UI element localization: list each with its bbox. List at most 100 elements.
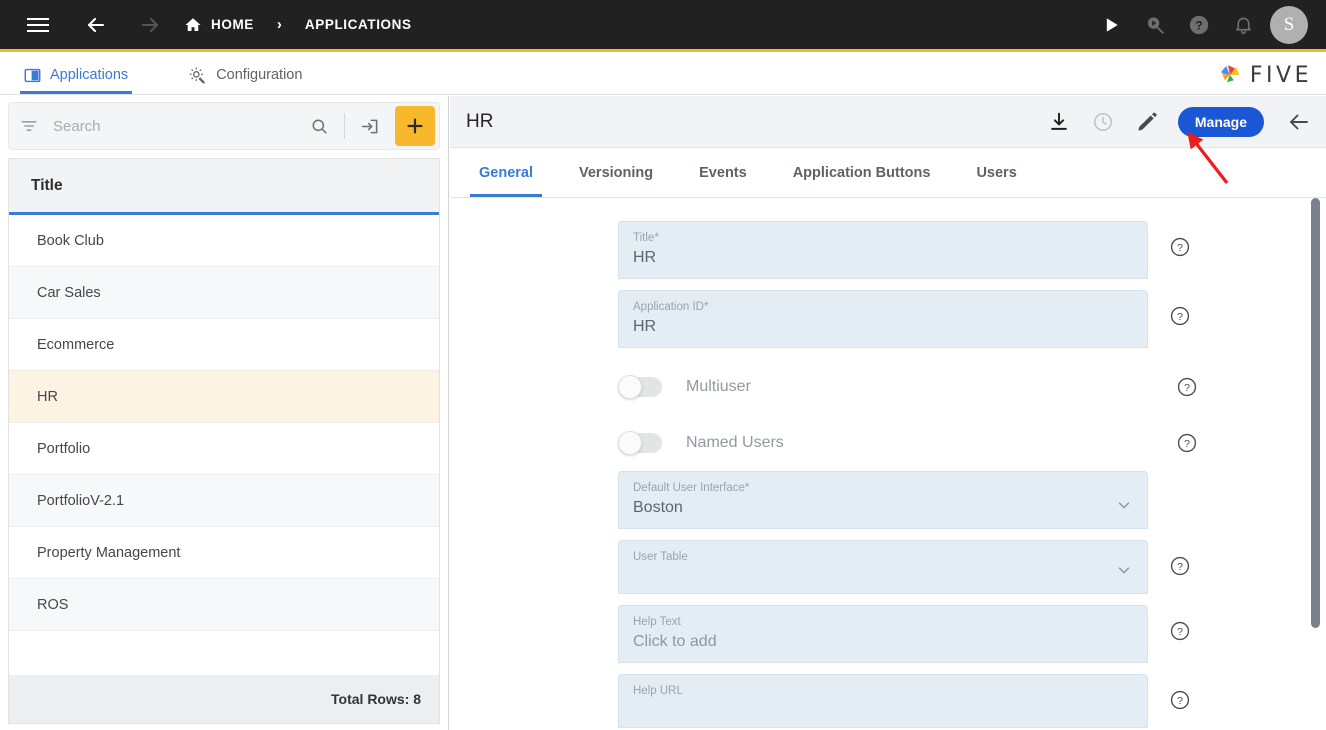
help-circle-icon[interactable]: ? bbox=[1168, 554, 1192, 578]
top-navigation-bar: HOME › APPLICATIONS ? S bbox=[0, 0, 1326, 52]
import-icon[interactable] bbox=[351, 116, 389, 137]
form-scrollbar[interactable] bbox=[1311, 198, 1320, 730]
debug-search-icon[interactable] bbox=[1138, 8, 1172, 42]
brand-logo: FIVE bbox=[1217, 62, 1312, 88]
edit-pencil-icon[interactable] bbox=[1134, 109, 1160, 135]
gear-wrench-icon bbox=[188, 66, 207, 85]
default-user-interface-select[interactable]: Default User Interface* Boston bbox=[618, 471, 1148, 529]
named-users-toggle[interactable] bbox=[618, 431, 662, 455]
page-title: HR bbox=[466, 110, 494, 132]
section-tab-bar: Applications Configuration FIVE bbox=[0, 55, 1326, 95]
row-title: Book Club bbox=[37, 232, 104, 249]
table-row[interactable]: Book Club bbox=[9, 215, 439, 267]
multiuser-label: Multiuser bbox=[686, 378, 751, 395]
arrow-left-icon[interactable] bbox=[76, 5, 116, 45]
breadcrumb-item-applications[interactable]: APPLICATIONS bbox=[305, 17, 412, 32]
svg-text:?: ? bbox=[1177, 695, 1183, 707]
svg-text:?: ? bbox=[1184, 382, 1190, 394]
default-user-interface-label: Default User Interface* bbox=[633, 482, 750, 494]
table-row[interactable]: ROS bbox=[9, 579, 439, 631]
column-header-title[interactable]: Title bbox=[9, 159, 439, 215]
user-table-label: User Table bbox=[633, 551, 688, 563]
form-row-default-user-interface: Default User Interface* Boston bbox=[450, 471, 1326, 529]
run-icon[interactable] bbox=[1094, 8, 1128, 42]
svg-text:?: ? bbox=[1177, 311, 1183, 323]
help-text-field[interactable]: Help Text Click to add bbox=[618, 605, 1148, 663]
tab-versioning[interactable]: Versioning bbox=[570, 149, 662, 197]
user-table-select[interactable]: User Table bbox=[618, 540, 1148, 594]
form-row-help-text: Help Text Click to add ? bbox=[450, 605, 1326, 663]
application-id-field-value: HR bbox=[633, 318, 657, 335]
table-row[interactable]: Portfolio bbox=[9, 423, 439, 475]
topbar-left-group: HOME › APPLICATIONS bbox=[0, 5, 412, 45]
download-icon[interactable] bbox=[1046, 109, 1072, 135]
multiuser-toggle[interactable] bbox=[618, 375, 662, 399]
tab-users[interactable]: Users bbox=[967, 149, 1025, 197]
bell-icon[interactable] bbox=[1226, 8, 1260, 42]
back-arrow-icon[interactable] bbox=[1286, 109, 1312, 135]
search-icon[interactable] bbox=[300, 117, 338, 136]
svg-text:?: ? bbox=[1177, 242, 1183, 254]
svg-text:?: ? bbox=[1177, 626, 1183, 638]
application-id-field[interactable]: Application ID* HR bbox=[618, 290, 1148, 348]
table-row[interactable]: PortfolioV-2.1 bbox=[9, 475, 439, 527]
brand-name: FIVE bbox=[1249, 62, 1312, 88]
title-field[interactable]: Title* HR bbox=[618, 221, 1148, 279]
manage-button[interactable]: Manage bbox=[1177, 106, 1264, 137]
form-row-title: Title* HR ? bbox=[450, 221, 1326, 279]
named-users-label: Named Users bbox=[686, 434, 784, 451]
row-title: Property Management bbox=[37, 544, 181, 561]
general-form: Title* HR ? Application ID* HR ? Multius… bbox=[450, 199, 1326, 730]
topbar-right-group: ? S bbox=[1094, 5, 1326, 44]
chevron-down-icon[interactable] bbox=[1115, 561, 1133, 584]
table-row[interactable]: Property Management bbox=[9, 527, 439, 579]
toggle-knob bbox=[618, 375, 642, 399]
application-detail-panel: HR Manage General Versioning Events Appl… bbox=[450, 96, 1326, 730]
search-input[interactable] bbox=[49, 117, 300, 135]
chevron-down-icon[interactable] bbox=[1115, 496, 1133, 519]
help-circle-icon[interactable]: ? bbox=[1168, 304, 1192, 328]
default-user-interface-value: Boston bbox=[633, 499, 683, 516]
help-circle-icon[interactable]: ? bbox=[1176, 432, 1198, 454]
help-text-value: Click to add bbox=[633, 633, 717, 650]
svg-text:?: ? bbox=[1177, 561, 1183, 573]
help-circle-icon[interactable]: ? bbox=[1168, 619, 1192, 643]
search-toolbar bbox=[8, 102, 440, 150]
help-circle-icon[interactable]: ? bbox=[1182, 8, 1216, 42]
filter-icon[interactable] bbox=[9, 116, 49, 136]
applications-list-panel: Title Book Club Car Sales Ecommerce HR P… bbox=[0, 96, 449, 730]
tab-application-buttons[interactable]: Application Buttons bbox=[784, 149, 940, 197]
form-row-help-url: Help URL ? bbox=[450, 674, 1326, 728]
help-text-label: Help Text bbox=[633, 616, 681, 628]
tab-events[interactable]: Events bbox=[690, 149, 756, 197]
row-title: ROS bbox=[37, 596, 69, 613]
add-application-button[interactable] bbox=[395, 106, 435, 146]
table-row[interactable]: Ecommerce bbox=[9, 319, 439, 371]
breadcrumb: HOME › APPLICATIONS bbox=[184, 16, 412, 34]
table-row-selected[interactable]: HR bbox=[9, 371, 439, 423]
tab-configuration[interactable]: Configuration bbox=[184, 56, 306, 94]
detail-tab-bar: General Versioning Events Application Bu… bbox=[450, 148, 1326, 198]
title-field-value: HR bbox=[633, 249, 657, 266]
form-row-user-table: User Table ? bbox=[450, 540, 1326, 594]
detail-header: HR Manage bbox=[450, 96, 1326, 148]
help-circle-icon[interactable]: ? bbox=[1168, 235, 1192, 259]
breadcrumb-separator-icon: › bbox=[276, 16, 282, 33]
table-row[interactable]: Car Sales bbox=[9, 267, 439, 319]
history-clock-icon[interactable] bbox=[1090, 109, 1116, 135]
svg-text:?: ? bbox=[1184, 438, 1190, 450]
hamburger-icon[interactable] bbox=[18, 5, 58, 45]
detail-header-actions: Manage bbox=[1046, 106, 1312, 137]
home-icon[interactable] bbox=[184, 16, 202, 34]
row-title: Car Sales bbox=[37, 284, 101, 301]
avatar[interactable]: S bbox=[1270, 5, 1308, 44]
breadcrumb-item-home[interactable]: HOME bbox=[211, 17, 254, 32]
arrow-right-icon[interactable] bbox=[130, 5, 170, 45]
tab-general[interactable]: General bbox=[470, 149, 542, 197]
tab-applications[interactable]: Applications bbox=[20, 56, 133, 94]
toolbar-divider bbox=[344, 113, 345, 139]
help-circle-icon[interactable]: ? bbox=[1168, 688, 1192, 712]
help-circle-icon[interactable]: ? bbox=[1176, 376, 1198, 398]
scrollbar-thumb[interactable] bbox=[1311, 198, 1320, 628]
help-url-field[interactable]: Help URL bbox=[618, 674, 1148, 728]
